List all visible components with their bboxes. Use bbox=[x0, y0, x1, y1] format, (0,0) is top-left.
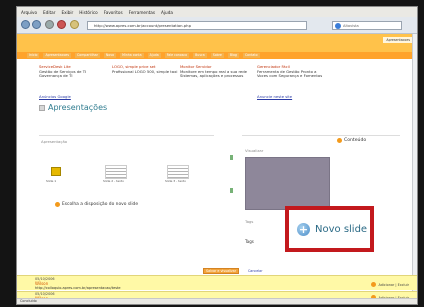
content-tab[interactable]: Conteúdo bbox=[337, 138, 366, 143]
comment-actions[interactable]: Adicionar | Excluir bbox=[371, 282, 409, 287]
promo-desc: Profissional LOGO 500, simple taxi bbox=[112, 68, 178, 74]
slide-caption: Slide 3 - texto bbox=[165, 179, 186, 183]
site-tab[interactable]: Fale conosco bbox=[164, 53, 190, 58]
promo-ad[interactable]: ServiceDesk Lite Gestão de Serviços de T… bbox=[39, 64, 109, 79]
navigation-toolbar: http://www.apres.com.br/account/presenta… bbox=[17, 17, 417, 34]
site-tab[interactable]: Blog bbox=[227, 53, 239, 58]
scroll-marker[interactable] bbox=[230, 188, 233, 193]
novo-slide-label: Novo slide bbox=[315, 224, 368, 235]
cancel-link[interactable]: Cancelar bbox=[248, 269, 263, 273]
search-input[interactable]: Altavista bbox=[332, 21, 402, 30]
slide-thumbnail[interactable] bbox=[167, 165, 189, 179]
slide-thumb-image bbox=[51, 167, 61, 176]
tag-text: Tags bbox=[245, 239, 254, 244]
slide-thumbnail[interactable] bbox=[105, 165, 127, 179]
slide-thumb-lines bbox=[105, 165, 127, 179]
promo-ad[interactable]: LOGO, simple price set Profissional LOGO… bbox=[112, 64, 182, 74]
home-icon[interactable] bbox=[70, 20, 79, 29]
site-tab[interactable]: Novo bbox=[103, 53, 117, 58]
search-placeholder: Altavista bbox=[343, 24, 359, 28]
site-tab[interactable]: Compartilhar bbox=[75, 53, 100, 58]
site-tab[interactable]: Minha conta bbox=[120, 53, 144, 58]
menu-bar: Arquivo Editar Exibir Histórico Favorito… bbox=[17, 7, 417, 17]
layout-help[interactable]: Escolha a disposição do novo slide bbox=[55, 202, 138, 207]
promo-ad[interactable]: Monitor Servidor Monitore em tempo real … bbox=[180, 64, 250, 79]
forward-icon[interactable] bbox=[32, 20, 41, 29]
presentation-icon bbox=[39, 104, 45, 111]
comment-actions-text: Adicionar | Excluir bbox=[378, 282, 409, 287]
menu-editar[interactable]: Editar bbox=[43, 10, 55, 15]
site-header bbox=[17, 34, 417, 52]
save-button[interactable]: Salvar e visualizar bbox=[203, 268, 240, 274]
advertise-link[interactable]: Anuncie neste site bbox=[257, 94, 292, 99]
slides-panel bbox=[39, 135, 214, 227]
menu-arquivo[interactable]: Arquivo bbox=[21, 10, 37, 15]
slides-section-label: Apresentação bbox=[41, 139, 68, 144]
site-tabs: Inicio Apresentacoes Compartilhar Novo M… bbox=[17, 52, 417, 59]
promo-ad[interactable]: Gerenciador Fácil Ferramenta de Gestão P… bbox=[257, 64, 327, 79]
layout-help-text: Escolha a disposição do novo slide bbox=[62, 202, 139, 207]
promo-desc: Ferramenta de Gestão Pronto a Voces com … bbox=[257, 68, 323, 79]
preview-section-label: Visualizar bbox=[245, 148, 264, 153]
menu-ajuda[interactable]: Ajuda bbox=[161, 10, 173, 15]
browser-window: Arquivo Editar Exibir Histórico Favorito… bbox=[16, 6, 418, 305]
promo-desc: Monitore em tempo real a sua rede Sistem… bbox=[180, 68, 248, 79]
plus-icon: + bbox=[297, 223, 310, 236]
site-tab[interactable]: Apresentacoes bbox=[43, 53, 72, 58]
page-title-text: Apresentações bbox=[48, 103, 108, 112]
site-tab[interactable]: Contato bbox=[242, 53, 260, 58]
address-bar[interactable]: http://www.apres.com.br/account/presenta… bbox=[87, 21, 307, 30]
novo-slide-button[interactable]: + Novo slide bbox=[297, 223, 367, 236]
menu-ferramentas[interactable]: Ferramentas bbox=[129, 10, 155, 15]
menu-exibir[interactable]: Exibir bbox=[61, 10, 73, 15]
action-icon bbox=[371, 282, 377, 287]
site-tab[interactable]: Busca bbox=[193, 53, 207, 58]
slide-preview[interactable] bbox=[245, 157, 330, 210]
reload-icon[interactable] bbox=[45, 20, 54, 29]
comment-item: 05/10/2006 Wilson http://colloquio.apres… bbox=[17, 275, 417, 290]
slide-caption: Slide 1 bbox=[46, 179, 57, 183]
ads-link[interactable]: Anúncios Google bbox=[39, 94, 71, 99]
header-link[interactable]: Apresentacoes bbox=[383, 37, 413, 43]
site-tab[interactable]: Ajuda bbox=[147, 53, 161, 58]
slide-caption: Slide 2 - texto bbox=[103, 179, 124, 183]
page-title: Apresentações bbox=[39, 103, 107, 112]
slide-thumbnail[interactable] bbox=[45, 165, 67, 179]
menu-favoritos[interactable]: Favoritos bbox=[104, 10, 123, 15]
scroll-marker[interactable] bbox=[230, 155, 233, 160]
menu-historico[interactable]: Histórico bbox=[79, 10, 97, 15]
site-tab[interactable]: Sobre bbox=[210, 53, 224, 58]
site-tab[interactable]: Inicio bbox=[27, 53, 40, 58]
status-bar: Concluído bbox=[17, 298, 417, 304]
content-icon bbox=[337, 138, 342, 143]
back-icon[interactable] bbox=[21, 20, 30, 29]
help-icon bbox=[55, 202, 60, 207]
promo-desc: Gestão de Serviços de TI Governança de T… bbox=[39, 68, 87, 79]
content-tab-label: Conteúdo bbox=[344, 138, 367, 143]
novo-slide-highlight: + Novo slide bbox=[285, 206, 374, 252]
vertical-scrollbar[interactable] bbox=[412, 34, 417, 300]
comment-url[interactable]: http://colloquio.apres.com.br/apresentac… bbox=[35, 286, 121, 290]
tags-section-label: Tags bbox=[245, 219, 254, 224]
stop-icon[interactable] bbox=[57, 20, 66, 29]
search-engine-icon bbox=[335, 23, 341, 29]
slide-thumb-lines bbox=[167, 165, 189, 179]
